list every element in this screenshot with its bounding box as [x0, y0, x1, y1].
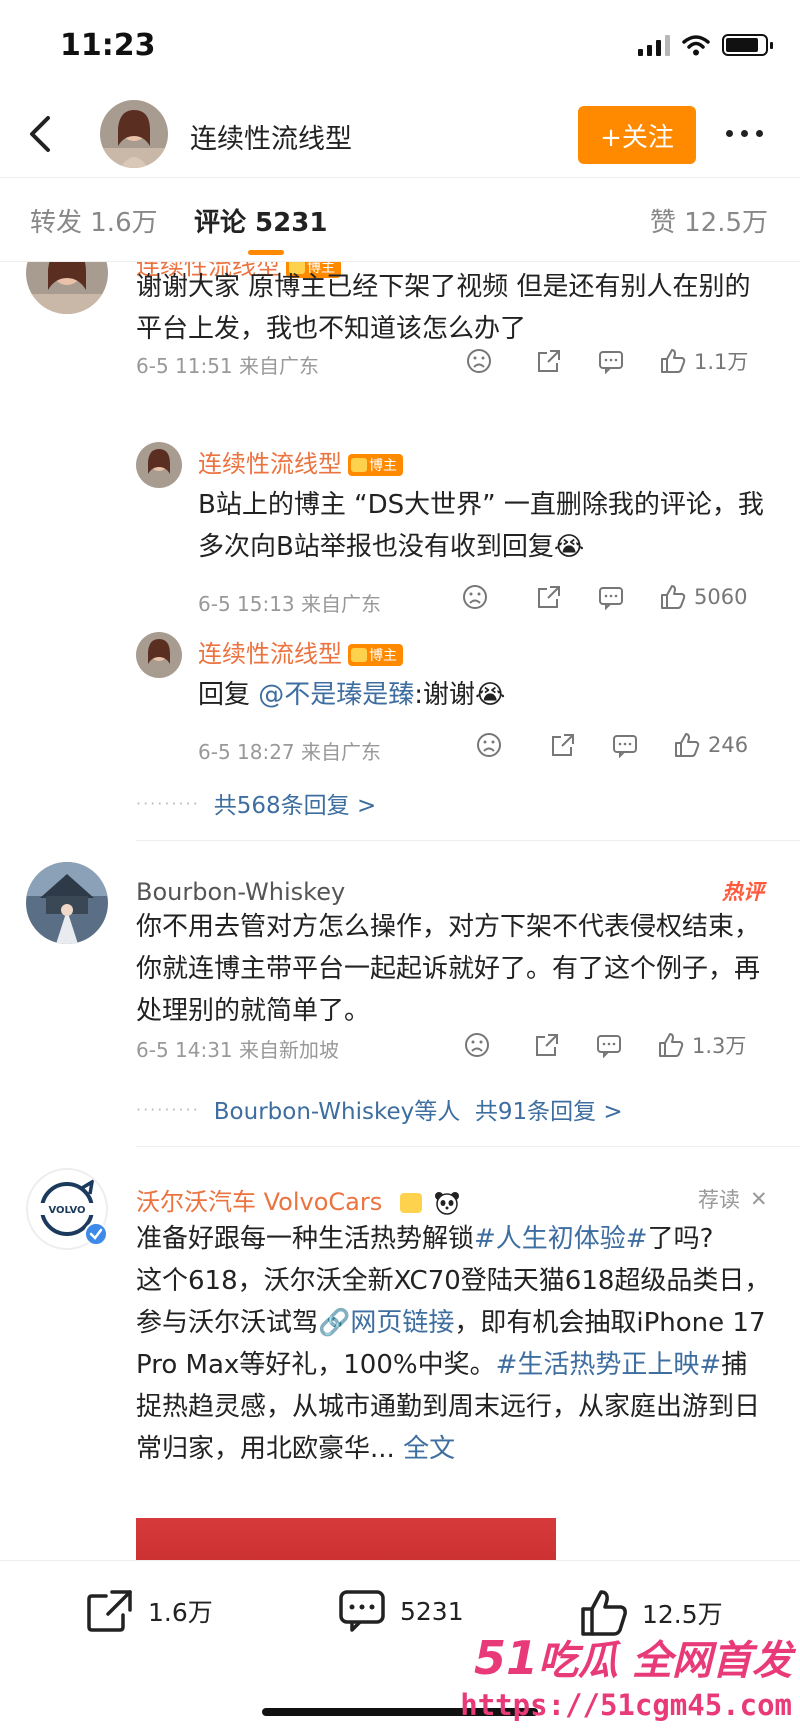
tab-bar: 转发 1.6万 评论 5231 赞 12.5万	[0, 178, 800, 262]
comment-count: 5231	[400, 1596, 464, 1626]
ad-text-segment: 准备好跟每一种生活热势解锁	[136, 1224, 475, 1254]
ad-link[interactable]: 全文	[403, 1434, 455, 1464]
repost-button[interactable]: 1.6万	[86, 1589, 213, 1633]
like-icon[interactable]	[674, 732, 700, 758]
like-count: 1.1万	[694, 350, 749, 374]
status-time: 11:23	[60, 28, 156, 63]
reply-avatar[interactable]	[136, 442, 182, 488]
ad-body-text: 准备好跟每一种生活热势解锁#人生初体验#了吗? 这个618，沃尔沃全新XC70登…	[136, 1218, 772, 1470]
comment-actions: 1.1万	[466, 346, 748, 376]
like-icon[interactable]	[658, 1032, 684, 1058]
reply-actions: 5060	[462, 584, 747, 610]
reply-icon[interactable]	[612, 732, 638, 758]
reply-icon[interactable]	[596, 1032, 622, 1058]
active-tab-indicator	[248, 250, 284, 255]
reply-name[interactable]: 连续性流线型 博主	[198, 634, 403, 669]
bottom-action-bar: 1.6万 5231 12.5万	[0, 1560, 800, 1731]
follow-button[interactable]: +关注	[578, 106, 696, 164]
like-icon[interactable]	[660, 584, 686, 610]
comment-meta: 6-5 11:51 来自广东	[136, 354, 320, 378]
ad-link[interactable]: 🔗网页链接	[318, 1308, 454, 1338]
like-count: 1.3万	[692, 1034, 747, 1058]
reply-text: 回复 @不是瑧是臻:谢谢😭	[198, 680, 506, 710]
blogger-badge: 博主	[348, 644, 403, 666]
top-nav: 连续性流线型 +关注	[0, 92, 800, 178]
reply-actions: 246	[476, 732, 748, 758]
reply-text: B站上的博主 “DS大世界” 一直删除我的评论，我多次向B站举报也没有收到回复😭	[198, 490, 764, 562]
ad-tag: 荐读 ✕	[698, 1184, 768, 1214]
dislike-icon[interactable]	[466, 348, 492, 374]
share-icon[interactable]	[550, 732, 576, 758]
ad-link[interactable]: #生活热势正上映#	[496, 1350, 722, 1380]
user-avatar[interactable]	[100, 100, 168, 168]
page-title: 连续性流线型	[190, 124, 352, 155]
commenter-avatar[interactable]	[26, 262, 108, 314]
commenter-name[interactable]: Bourbon-Whiskey	[136, 878, 345, 906]
dislike-icon[interactable]	[464, 1032, 490, 1058]
comment-meta: 6-5 14:31 来自新加坡	[136, 1038, 340, 1062]
reply-avatar[interactable]	[136, 632, 182, 678]
comment-text: 谢谢大家 原博主已经下架了视频 但是还有别人在别的平台上发，我也不知道该怎么办了	[136, 272, 751, 344]
repost-icon	[87, 1590, 132, 1632]
repost-count: 1.6万	[148, 1598, 213, 1627]
tab-reposts[interactable]: 转发 1.6万	[30, 202, 158, 239]
dislike-icon[interactable]	[476, 732, 502, 758]
reply-icon[interactable]	[598, 584, 624, 610]
close-icon[interactable]: ✕	[750, 1187, 768, 1211]
divider	[136, 1146, 800, 1147]
crown-icon	[351, 458, 367, 472]
ad-link[interactable]: #人生初体验#	[474, 1224, 648, 1254]
crown-icon	[351, 648, 367, 662]
tab-comments[interactable]: 评论 5231	[194, 202, 327, 239]
status-bar: 11:23	[0, 0, 800, 92]
back-arrow-icon[interactable]	[22, 112, 62, 156]
home-indicator	[262, 1708, 538, 1716]
thumbs-up-icon	[581, 1590, 627, 1636]
comment-actions: 1.3万	[464, 1030, 746, 1060]
share-icon[interactable]	[536, 348, 562, 374]
wifi-icon	[682, 35, 710, 56]
like-count: 12.5万	[642, 1600, 723, 1629]
panda-icon	[434, 1192, 459, 1215]
dislike-icon[interactable]	[462, 584, 488, 610]
like-icon[interactable]	[660, 348, 686, 374]
like-count: 5060	[694, 585, 748, 609]
commenter-avatar[interactable]	[26, 862, 108, 944]
recommended-label: 荐读	[698, 1188, 740, 1212]
divider	[136, 840, 800, 841]
comment-text: 你不用去管对方怎么操作，对方下架不代表侵权结束，你就连博主带平台一起起诉就好了。…	[136, 912, 761, 1026]
blogger-badge: 博主	[348, 454, 403, 476]
more-replies-link[interactable]: ········· 共568条回复 >	[136, 786, 376, 820]
battery-icon	[722, 34, 773, 56]
brand-name[interactable]: 沃尔沃汽车 VolvoCars	[136, 1182, 460, 1217]
like-count: 246	[708, 733, 749, 757]
mention-link[interactable]: @不是瑧是臻	[258, 680, 414, 710]
more-replies-link[interactable]: ········· Bourbon-Whiskey等人 共91条回复 >	[136, 1092, 623, 1126]
share-icon[interactable]	[536, 584, 562, 610]
comment-feed[interactable]: 连续性流线型 博主 谢谢大家 原博主已经下架了视频 但是还有别人在别的平台上发，我…	[0, 262, 800, 1560]
more-options-icon[interactable]	[726, 130, 763, 137]
tab-likes[interactable]: 赞 12.5万	[650, 202, 768, 239]
reply-meta: 6-5 15:13 来自广东	[198, 592, 382, 616]
verified-icon	[84, 1222, 108, 1246]
comment-icon	[339, 1590, 385, 1632]
crown-icon	[399, 1193, 422, 1213]
share-icon[interactable]	[534, 1032, 560, 1058]
reply-icon[interactable]	[598, 348, 624, 374]
status-icons	[638, 34, 773, 56]
reply-meta: 6-5 18:27 来自广东	[198, 740, 382, 764]
signal-icon	[638, 34, 670, 56]
ad-image[interactable]	[136, 1518, 556, 1560]
like-button[interactable]: 12.5万	[580, 1589, 723, 1637]
hot-comment-tag: 热评	[722, 880, 764, 904]
comment-button[interactable]: 5231	[338, 1589, 464, 1633]
volvo-logo-text: VOLVO	[48, 1205, 85, 1216]
battery-level	[726, 38, 759, 52]
reply-name[interactable]: 连续性流线型 博主	[198, 444, 403, 479]
